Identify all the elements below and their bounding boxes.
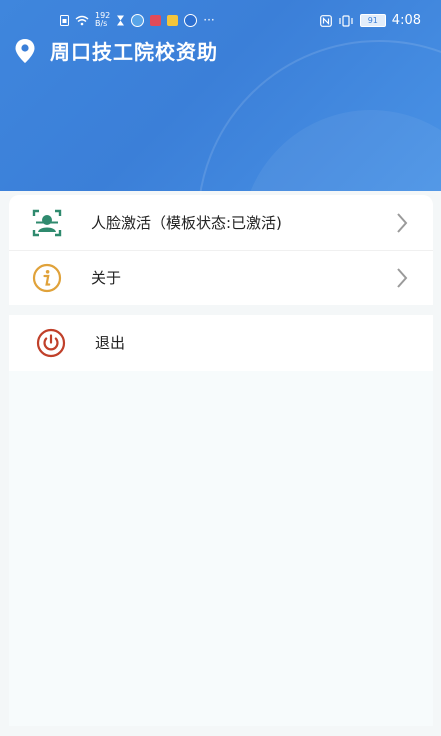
net-speed: 192 B/s [95,12,110,28]
logout-card: 退出 [9,315,433,371]
more-notifications: ··· [203,13,215,27]
net-speed-unit: B/s [95,19,108,28]
logout-button[interactable]: 退出 [9,315,433,370]
status-bar-left: 192 B/s ··· [60,12,215,28]
header-title-row: 周口技工院校资助 [14,36,218,65]
browser-app-icon [131,13,145,27]
logout-label: 退出 [95,334,126,352]
empty-content-area [9,371,433,726]
page-title: 周口技工院校资助 [50,40,218,64]
clock: 4:08 [391,13,421,28]
menu-card: 人脸激活（模板状态:已激活) 关于 [9,195,433,305]
hourglass-icon [117,15,125,25]
power-icon [36,328,66,357]
vibrate-icon [339,14,353,27]
battery-indicator: 91 [359,14,386,27]
menu-item-face-activation[interactable]: 人脸激活（模板状态:已激活) [9,195,433,250]
menu-item-about[interactable]: 关于 [9,250,433,305]
nfc-icon [319,14,332,27]
info-icon [32,263,62,292]
yellow-app-icon [167,14,179,26]
wifi-icon [75,15,89,25]
status-bar: 192 B/s ··· 91 4:08 [0,0,441,40]
menu-item-label: 关于 [91,269,122,287]
shield-app-icon [184,13,198,27]
red-app-icon [150,14,162,26]
face-scan-icon [32,209,62,236]
location-pin-icon [15,38,35,63]
sim-icon [60,14,69,26]
menu-item-label: 人脸激活（模板状态:已激活) [91,214,282,232]
app-header: 192 B/s ··· 91 4:08 周口技工院校资助 [0,0,441,198]
chevron-right-icon [397,212,408,233]
status-bar-right: 91 4:08 [319,13,421,28]
chevron-right-icon [397,267,408,288]
